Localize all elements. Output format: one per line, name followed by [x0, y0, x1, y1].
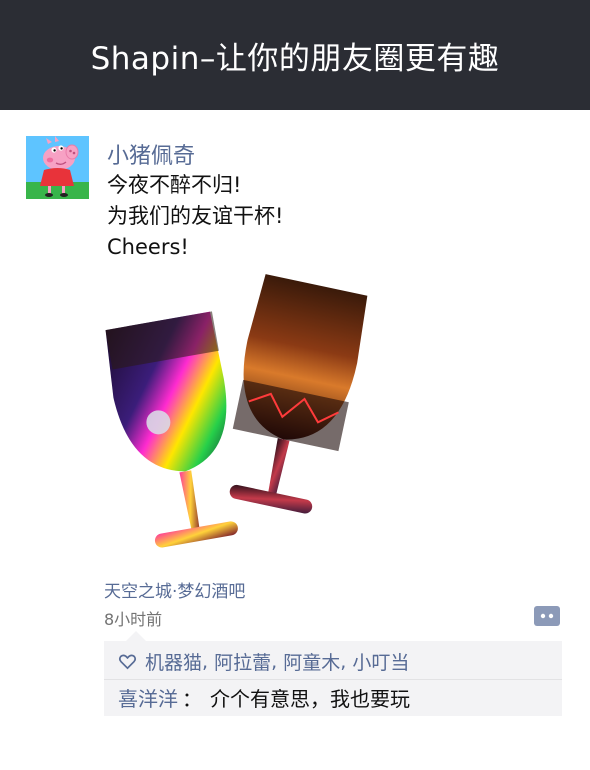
comment-text: 介个有意思，我也要玩	[210, 687, 410, 711]
post-time: 8小时前	[104, 610, 163, 629]
post-author[interactable]: 小猪佩奇	[107, 138, 195, 170]
post-location[interactable]: 天空之城·梦幻酒吧	[104, 577, 245, 602]
liker-separator: ,	[271, 650, 278, 673]
app-header: Shapin–让你的朋友圈更有趣	[0, 0, 590, 110]
comment-colon: ：	[182, 687, 202, 711]
liker-name[interactable]: 小叮当	[352, 648, 409, 675]
comments-box: 机器猫, 阿拉蕾, 阿童木, 小叮当 喜洋洋： 介个有意思，我也要玩	[104, 631, 562, 716]
header-title: Shapin–让你的朋友圈更有趣	[90, 40, 500, 77]
comment-item[interactable]: 喜洋洋： 介个有意思，我也要玩	[118, 683, 410, 712]
wine-glasses-collage-image	[105, 274, 368, 548]
post-text: 今夜不醉不归! 为我们的友谊干杯! Cheers!	[107, 170, 283, 263]
avatar[interactable]	[26, 136, 89, 199]
likes-row: 机器猫, 阿拉蕾, 阿童木, 小叮当	[118, 648, 409, 675]
liker-separator: ,	[202, 650, 209, 673]
comments-divider	[104, 679, 562, 680]
post-text-line: 今夜不醉不归!	[107, 173, 242, 197]
heart-icon	[118, 654, 137, 670]
comment-author[interactable]: 喜洋洋	[118, 687, 178, 711]
peppa-pig-avatar-icon	[26, 136, 89, 199]
post-text-line: Cheers!	[107, 235, 189, 259]
liker-separator: ,	[340, 650, 347, 673]
liker-name[interactable]: 阿童木	[283, 648, 340, 675]
liker-name[interactable]: 阿拉蕾	[214, 648, 271, 675]
liker-name[interactable]: 机器猫	[145, 648, 202, 675]
post-text-line: 为我们的友谊干杯!	[107, 204, 284, 228]
post-image-cheers-glasses[interactable]	[100, 270, 370, 555]
comment-button[interactable]	[534, 606, 560, 626]
comment-bubble-icon	[534, 606, 560, 626]
